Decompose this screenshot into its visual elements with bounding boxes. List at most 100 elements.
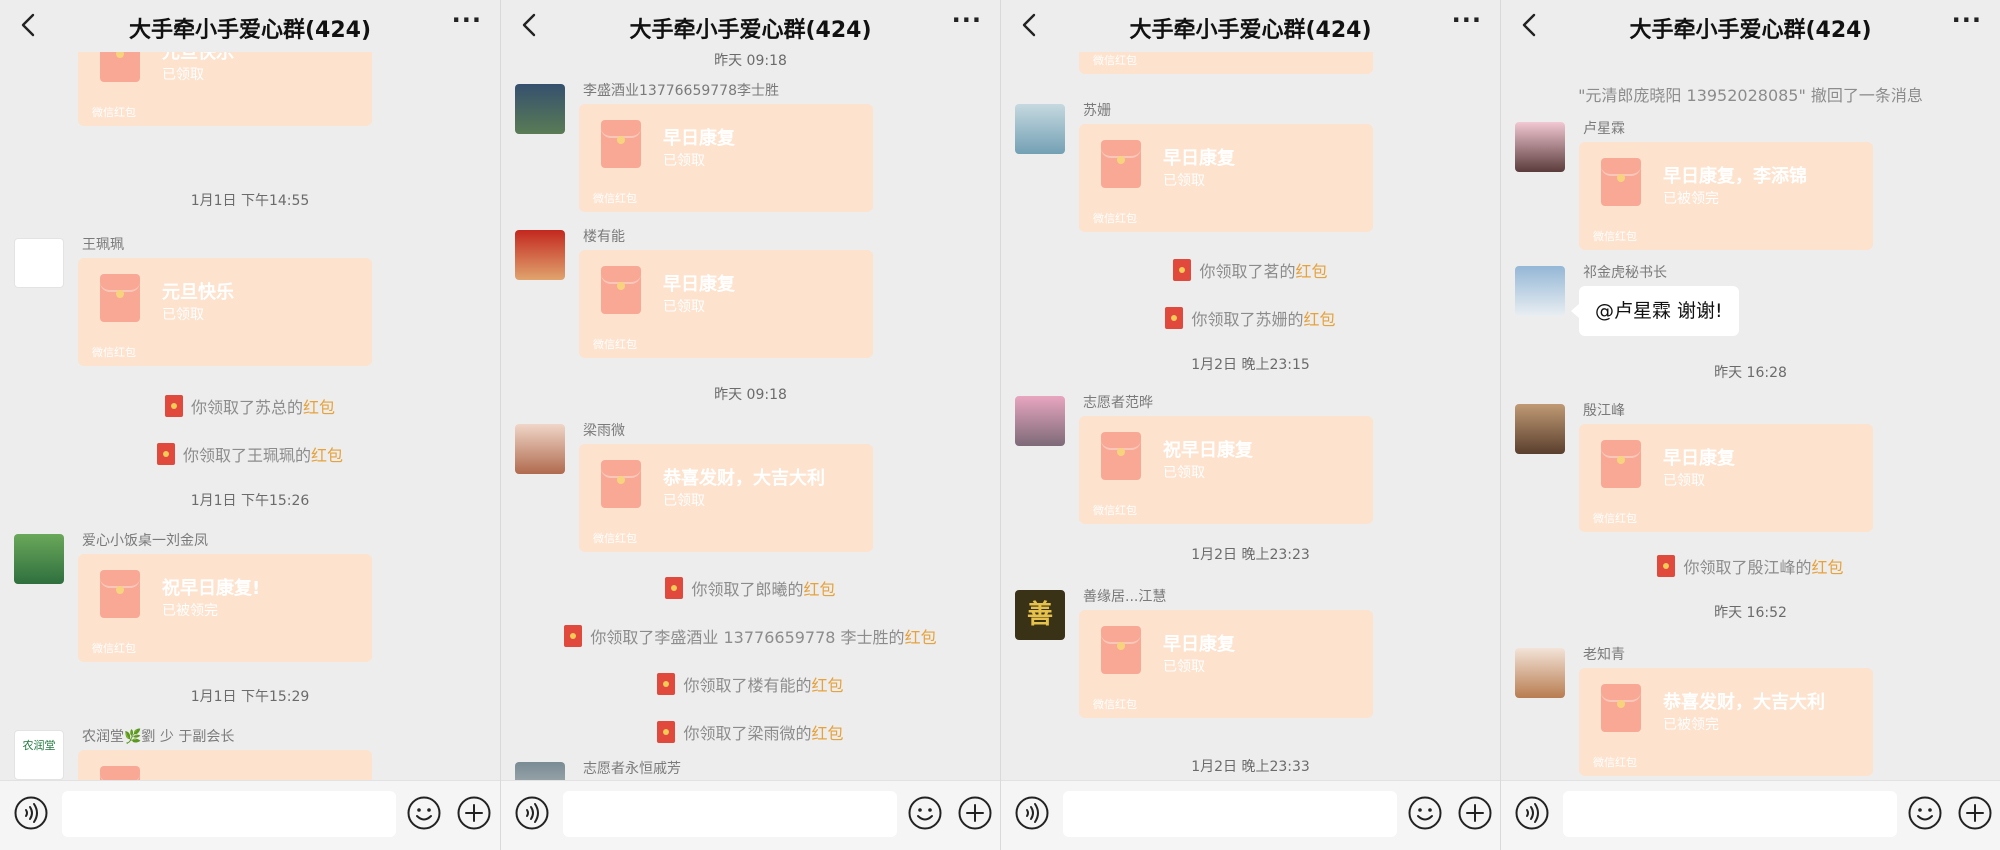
voice-icon[interactable] <box>1514 795 1550 831</box>
more-options-icon[interactable]: ··· <box>952 6 982 34</box>
plus-icon[interactable] <box>456 795 492 831</box>
avatar[interactable] <box>515 84 565 134</box>
avatar-text: 农润堂 <box>22 739 56 752</box>
plus-icon[interactable] <box>1957 795 1993 831</box>
avatar[interactable] <box>14 534 64 584</box>
red-packet-icon <box>657 721 676 743</box>
red-packet-link[interactable]: 红包 <box>1812 558 1844 577</box>
notice-text: 你领取了郎曦的 <box>691 580 804 599</box>
red-packet-footer: 微信红包 <box>1093 54 1137 67</box>
emoji-icon[interactable] <box>907 795 943 831</box>
emoji-icon[interactable] <box>1407 795 1443 831</box>
envelope-icon <box>1101 432 1141 480</box>
red-packet-card[interactable]: 早日康复 已领取 微信红包 <box>1079 124 1373 232</box>
red-packet-icon <box>657 673 676 695</box>
red-packet-icon <box>1165 307 1184 329</box>
sender-name: 梁雨微 <box>583 423 625 439</box>
red-packet-card[interactable]: 元旦快乐 已领取 微信红包 <box>78 258 372 366</box>
red-packet-card[interactable]: 早日康复 已领取 微信红包 <box>1579 424 1873 532</box>
message-input[interactable] <box>563 791 897 837</box>
timestamp: 昨天 09:18 <box>714 387 787 403</box>
timestamp: 昨天 09:18 <box>714 53 787 69</box>
envelope-icon <box>1101 140 1141 188</box>
avatar[interactable] <box>1515 266 1565 316</box>
avatar[interactable] <box>515 424 565 474</box>
more-options-icon[interactable]: ··· <box>1952 6 1982 34</box>
voice-icon[interactable] <box>1014 795 1050 831</box>
voice-icon[interactable] <box>514 795 550 831</box>
message-input[interactable] <box>62 791 396 837</box>
red-packet-card[interactable]: 早日康复 已领取 微信红包 <box>579 250 873 358</box>
emoji-icon[interactable] <box>406 795 442 831</box>
avatar[interactable] <box>1515 122 1565 172</box>
red-packet-link[interactable]: 红包 <box>303 398 335 417</box>
timestamp: 1月2日 晚上23:33 <box>1191 759 1310 775</box>
packet-received-notice: 你领取了李盛酒业 13776659778 李士胜的红包 <box>501 624 1000 648</box>
more-options-icon[interactable]: ··· <box>452 6 482 34</box>
red-packet-card[interactable]: 祝早日康复! 已被领完 微信红包 <box>78 554 372 662</box>
red-packet-link[interactable]: 红包 <box>905 628 937 647</box>
red-packet-footer: 微信红包 <box>593 338 637 351</box>
packet-received-notice: 你领取了苏总的红包 <box>0 394 500 418</box>
sender-name: 王珮珮 <box>82 237 124 253</box>
avatar[interactable]: 善 <box>1015 590 1065 640</box>
sender-name: 祁金虎秘书长 <box>1583 265 1667 281</box>
sender-name: 志愿者永恒戚芳 <box>583 761 681 777</box>
sender-name: 老知青 <box>1583 647 1625 663</box>
timestamp: 1月1日 下午15:29 <box>190 689 310 705</box>
avatar[interactable] <box>1515 648 1565 698</box>
red-packet-link[interactable]: 红包 <box>812 676 844 695</box>
notice-text: 你领取了楼有能的 <box>683 676 812 695</box>
message-input[interactable] <box>1063 791 1397 837</box>
sender-name: 李盛酒业13776659778李士胜 <box>583 83 779 99</box>
avatar[interactable] <box>515 230 565 280</box>
avatar[interactable] <box>1515 404 1565 454</box>
avatar[interactable] <box>1015 396 1065 446</box>
red-packet-card[interactable]: 祝早日康复 已领取 微信红包 <box>1079 416 1373 524</box>
red-packet-status: 已领取 <box>1163 465 1205 481</box>
red-packet-footer: 微信红包 <box>1593 512 1637 525</box>
envelope-icon <box>100 274 140 322</box>
plus-icon[interactable] <box>1457 795 1493 831</box>
red-packet-icon <box>156 443 175 465</box>
red-packet-footer: 微信红包 <box>1593 756 1637 769</box>
red-packet-card[interactable]: 恭喜发财，大吉大利 已被领完 微信红包 <box>1579 668 1873 776</box>
message-input[interactable] <box>1563 791 1897 837</box>
chat-panel-2: 昨天 09:18 李盛酒业13776659778李士胜 早日康复 已领取 微信红包 楼有能… <box>500 0 1000 850</box>
sender-name: 爱心小饭桌一刘金凤 <box>82 533 208 549</box>
timestamp: 1月1日 下午14:55 <box>190 193 310 209</box>
chat-title: 大手牵小手爱心群(424) <box>629 18 872 43</box>
message-list: 富吉苏总元旦快乐已领取微信红包1月1日 下午14:55王珮珮元旦快乐已领取微信红… <box>0 0 500 850</box>
red-packet-icon <box>665 577 684 599</box>
red-packet-card[interactable]: 早日康复 已领取 微信红包 <box>1079 610 1373 718</box>
packet-received-notice: 你领取了楼有能的红包 <box>501 672 1000 696</box>
more-options-icon[interactable]: ··· <box>1452 6 1482 34</box>
red-packet-card[interactable]: 早日康复 已领取 微信红包 <box>579 104 873 212</box>
red-packet-link[interactable]: 红包 <box>1304 310 1336 329</box>
sender-name: 志愿者范晔 <box>1083 395 1153 411</box>
message-bubble[interactable]: @卢星霖 谢谢! <box>1571 286 1739 336</box>
emoji-icon[interactable] <box>1907 795 1943 831</box>
red-packet-link[interactable]: 红包 <box>311 446 343 465</box>
red-packet-greeting: 早日康复，李添锦 <box>1663 166 1807 187</box>
avatar[interactable] <box>14 238 64 288</box>
avatar-text: 善 <box>1026 600 1053 630</box>
red-packet-greeting: 元旦快乐 <box>162 282 234 303</box>
red-packet-status: 已被领完 <box>1663 717 1719 733</box>
red-packet-link[interactable]: 红包 <box>1296 262 1328 281</box>
red-packet-link[interactable]: 红包 <box>804 580 836 599</box>
avatar[interactable]: 农润堂 <box>14 730 64 780</box>
chat-header: 大手牵小手爱心群(424) ··· <box>0 0 500 52</box>
plus-icon[interactable] <box>957 795 993 831</box>
avatar[interactable] <box>1015 104 1065 154</box>
red-packet-card[interactable]: 早日康复，李添锦 已被领完 微信红包 <box>1579 142 1873 250</box>
red-packet-card[interactable]: 恭喜发财，大吉大利 已领取 微信红包 <box>579 444 873 552</box>
sender-name: 农润堂🌿劉 少 于副会长 <box>82 729 235 745</box>
red-packet-greeting: 祝早日康复 <box>1163 440 1253 461</box>
red-packet-greeting: 祝早日康复! <box>162 578 261 599</box>
sender-name: 楼有能 <box>583 229 625 245</box>
voice-icon[interactable] <box>13 795 49 831</box>
chat-header: 大手牵小手爱心群(424) ··· <box>1001 0 1500 52</box>
chat-panel-4: "元清郎庞晓阳 13952028085" 撤回了一条消息 卢星霖 早日康复，李添锦已… <box>1500 0 2000 850</box>
red-packet-link[interactable]: 红包 <box>812 724 844 743</box>
